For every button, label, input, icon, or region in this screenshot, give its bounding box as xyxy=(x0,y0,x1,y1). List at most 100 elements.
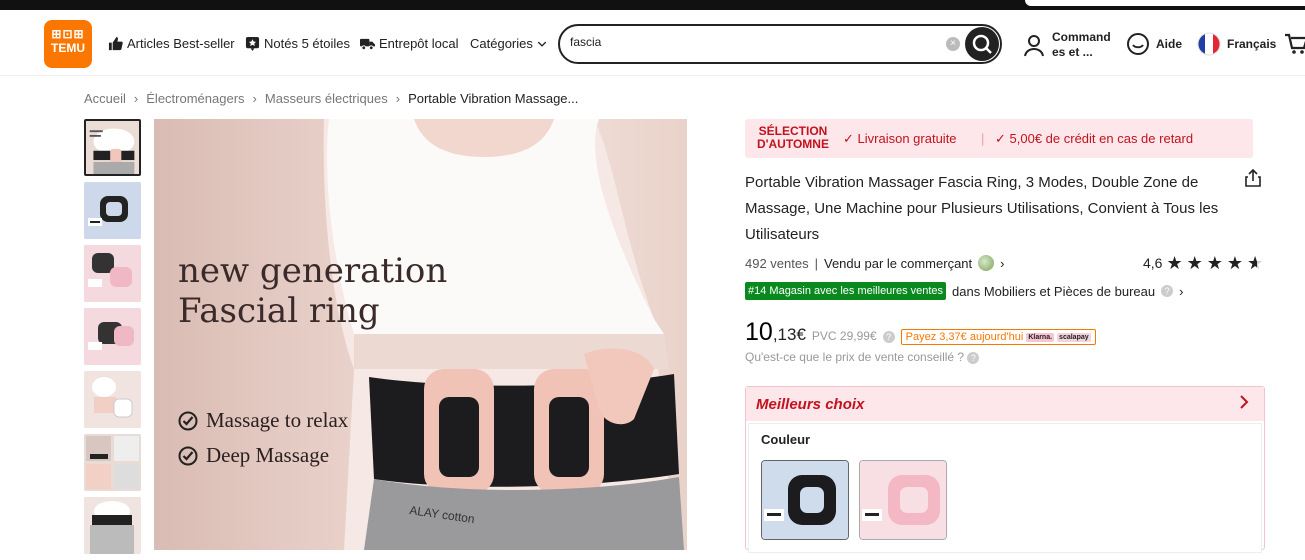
share-icon xyxy=(1245,168,1261,187)
breadcrumb-home[interactable]: Accueil xyxy=(84,91,126,106)
meta-divider: | xyxy=(814,255,818,271)
star-badge-icon xyxy=(245,36,260,51)
orders-account[interactable]: Command es et ... xyxy=(1022,30,1112,60)
best-choice-header[interactable]: Meilleurs choix xyxy=(746,387,1264,421)
hero-headline: new generation Fascial ring xyxy=(178,251,447,331)
language-selector[interactable]: Français xyxy=(1197,32,1276,56)
nav-label: Articles Best-seller xyxy=(127,36,235,51)
tag-line-2: D'AUTOMNE xyxy=(757,137,829,151)
nav-label: Notés 5 étoiles xyxy=(264,36,350,51)
top-strip xyxy=(0,0,1305,10)
help-label: Aide xyxy=(1156,37,1183,51)
breadcrumb-current: Portable Vibration Massage... xyxy=(408,91,579,106)
cart-icon xyxy=(1285,33,1305,54)
price-integer: 10 xyxy=(745,318,773,346)
promo-banner: SÉLECTION D'AUTOMNE ✓ Livraison gratuite… xyxy=(745,119,1253,158)
late-credit-label: 5,00€ de crédit en cas de retard xyxy=(1009,131,1194,146)
star-icon: ★ xyxy=(1206,253,1223,273)
hero-bullet-1: Massage to relax xyxy=(178,408,348,433)
nav-5-stars[interactable]: Notés 5 étoiles xyxy=(245,36,350,51)
installment-text: Payez 3,37€ aujourd'hui xyxy=(905,331,1024,343)
check-icon: ✓ xyxy=(995,131,1006,146)
top-strip-tab xyxy=(1025,0,1305,6)
chevron-right-icon: › xyxy=(1179,283,1184,299)
installment-badge[interactable]: Payez 3,37€ aujourd'hui Klarna. scalapay xyxy=(900,329,1096,345)
half-star-icon: ★ ★ xyxy=(1247,253,1264,273)
thumbs-up-icon xyxy=(108,36,123,51)
nav-best-seller[interactable]: Articles Best-seller xyxy=(108,36,235,51)
chevron-down-icon xyxy=(537,41,547,47)
color-label: Couleur xyxy=(761,432,811,447)
best-choice-title: Meilleurs choix xyxy=(756,396,865,413)
thumbnail-5[interactable] xyxy=(84,371,141,428)
hero-line-2: Fascial ring xyxy=(178,291,380,331)
thumbnail-2[interactable] xyxy=(84,182,141,239)
free-shipping-label: Livraison gratuite xyxy=(857,131,957,146)
thumbnail-7[interactable] xyxy=(84,497,141,554)
thumbnail-6[interactable] xyxy=(84,434,141,491)
info-icon[interactable]: ? xyxy=(882,331,895,343)
search-button[interactable] xyxy=(965,27,999,61)
color-option-black[interactable] xyxy=(761,460,849,540)
search-input[interactable] xyxy=(570,35,940,49)
nav-label: Entrepôt local xyxy=(379,36,459,51)
autumn-selection-tag: SÉLECTION D'AUTOMNE xyxy=(757,125,829,151)
nav-label: Catégories xyxy=(470,36,533,51)
rank-badge: #14 Magasin avec les meilleures ventes xyxy=(745,282,947,300)
price-decimal: ,13€ xyxy=(772,325,806,344)
rating-value: 4,6 xyxy=(1143,255,1163,271)
star-icon: ★ xyxy=(1166,253,1183,273)
search-icon xyxy=(972,34,992,54)
breadcrumb-separator: › xyxy=(133,91,139,106)
smile-chat-icon xyxy=(1127,33,1149,55)
free-shipping: ✓ Livraison gratuite xyxy=(843,131,957,147)
hero-line-1: new generation xyxy=(178,251,448,291)
ranking[interactable]: #14 Magasin avec les meilleures ventes d… xyxy=(745,282,1183,300)
rank-category: dans Mobiliers et Pièces de bureau xyxy=(952,283,1156,299)
breadcrumb-separator: › xyxy=(395,91,401,106)
check-circle-icon xyxy=(178,446,198,465)
thumbnail-1[interactable] xyxy=(84,119,141,176)
chevron-right-icon xyxy=(1240,395,1249,409)
info-icon: ? xyxy=(967,352,980,364)
truck-icon xyxy=(360,38,375,51)
thumbnail-3[interactable] xyxy=(84,245,141,302)
nav-local-warehouse[interactable]: Entrepôt local xyxy=(360,36,459,51)
hero-bullet-text: Massage to relax xyxy=(206,408,349,432)
seller-link[interactable]: Vendu par le commerçant xyxy=(824,256,972,271)
scalapay-logo: scalapay xyxy=(1057,332,1091,342)
pvc-question-text: Qu'est-ce que le prix de vente conseillé… xyxy=(745,350,965,364)
price: 10,13€ xyxy=(745,318,806,347)
pvc-price: PVC 29,99€ xyxy=(811,329,877,343)
nav-categories[interactable]: Catégories xyxy=(470,36,547,51)
info-icon: ? xyxy=(1161,285,1174,297)
language-label: Français xyxy=(1227,37,1277,51)
thumbnail-list xyxy=(84,119,141,560)
sales-info: 492 ventes | Vendu par le commerçant › xyxy=(745,255,1004,271)
thumbnail-4[interactable] xyxy=(84,308,141,365)
color-option-pink[interactable] xyxy=(859,460,947,540)
best-choice-panel: Meilleurs choix Couleur xyxy=(745,386,1265,553)
clear-search-icon[interactable]: × xyxy=(946,37,960,51)
pvc-question[interactable]: Qu'est-ce que le prix de vente conseillé… xyxy=(745,350,980,364)
hero-bullet-2: Deep Massage xyxy=(178,443,329,468)
late-credit: ✓ 5,00€ de crédit en cas de retard xyxy=(995,131,1193,147)
rating[interactable]: 4,6 ★ ★ ★ ★ ★ ★ xyxy=(1143,253,1264,273)
search-bar: × xyxy=(558,24,1002,64)
share-button[interactable] xyxy=(1244,168,1262,193)
seller-avatar-icon xyxy=(978,255,995,271)
breadcrumb-massagers[interactable]: Masseurs électriques xyxy=(265,91,388,106)
site-header: ⊞⊡⊞ TEMU Articles Best-seller Notés 5 ét… xyxy=(0,10,1305,76)
help-link[interactable]: Aide xyxy=(1126,32,1182,56)
main-product-image[interactable]: ALAY cotton new generation Fascial ring … xyxy=(154,119,687,550)
orders-label: Command es et ... xyxy=(1052,30,1111,59)
price-row: 10,13€ PVC 29,99€ ? Payez 3,37€ aujourd'… xyxy=(745,318,1096,347)
hero-bullet-text: Deep Massage xyxy=(206,443,330,467)
user-icon xyxy=(1024,35,1044,57)
promo-divider: | xyxy=(981,131,985,146)
cart-button[interactable] xyxy=(1284,32,1305,56)
breadcrumb: Accueil › Électroménagers › Masseurs élect… xyxy=(84,91,578,106)
temu-logo[interactable]: ⊞⊡⊞ TEMU xyxy=(44,20,92,68)
product-title: Portable Vibration Massager Fascia Ring,… xyxy=(745,174,1219,243)
breadcrumb-appliances[interactable]: Électroménagers xyxy=(146,91,244,106)
